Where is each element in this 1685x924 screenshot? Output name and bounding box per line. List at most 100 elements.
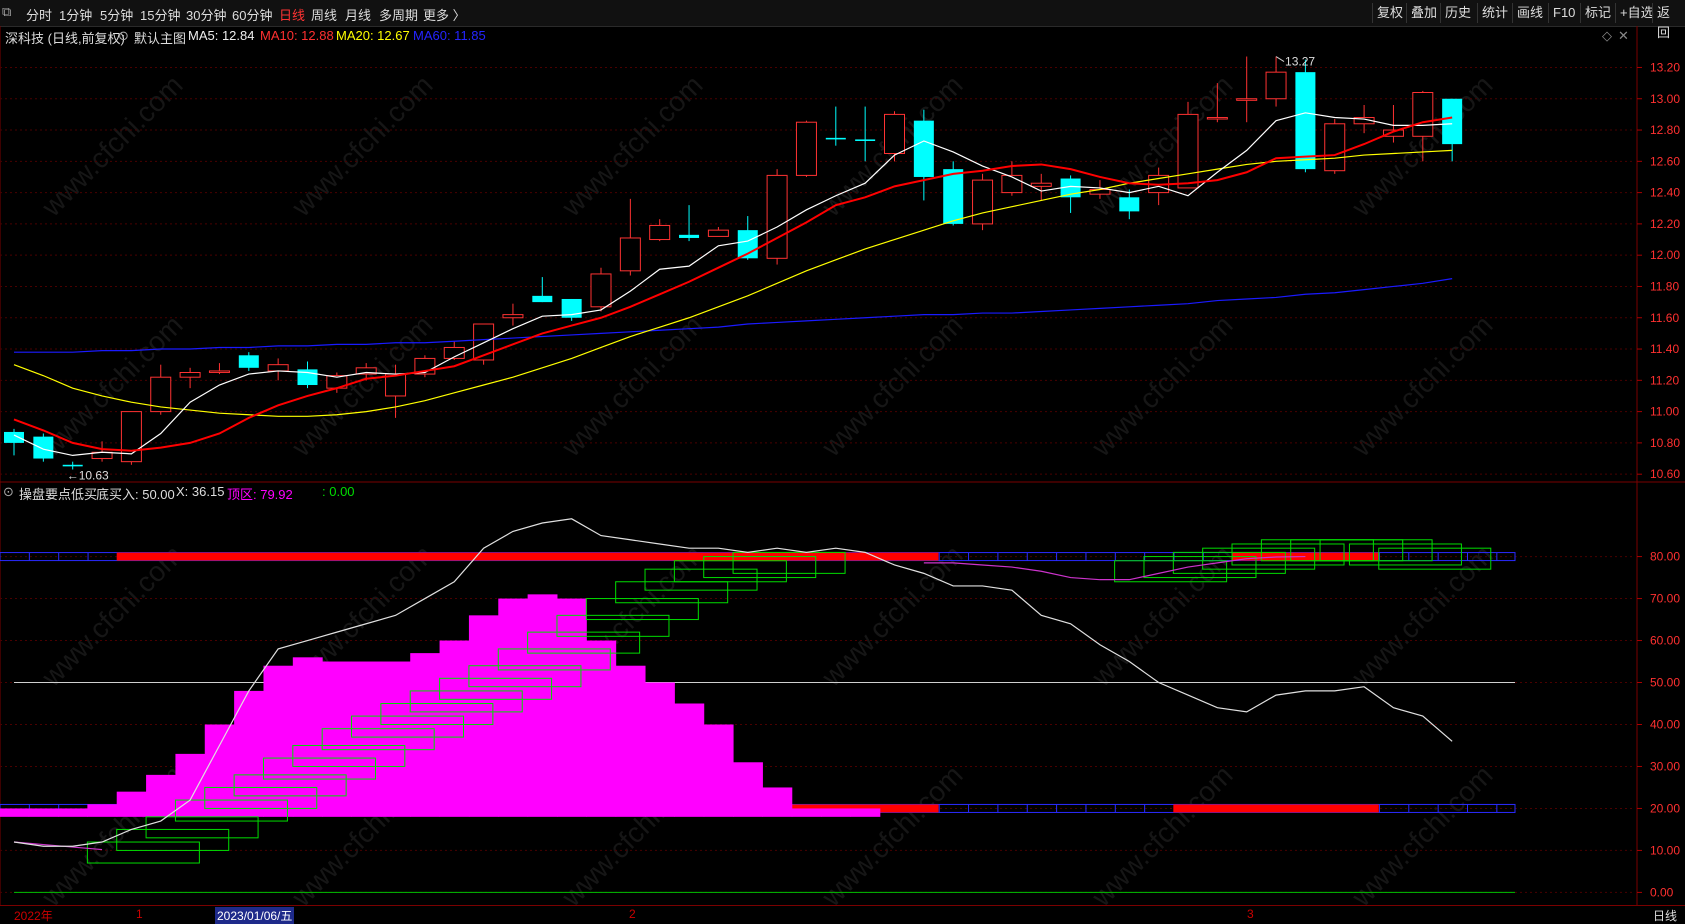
green-box bbox=[86, 841, 200, 864]
magenta-bar bbox=[527, 594, 558, 817]
ind-tick-label: 40.00 bbox=[1650, 717, 1680, 731]
magenta-bar bbox=[28, 808, 59, 817]
magenta-bar bbox=[58, 808, 88, 817]
timeline-year: 2022年 bbox=[14, 909, 53, 923]
indicator-panel bbox=[0, 518, 1516, 893]
timeline-month-2: 2 bbox=[629, 907, 636, 921]
magenta-bar bbox=[204, 724, 235, 817]
candle-body-up bbox=[766, 174, 788, 259]
candle-body-down bbox=[679, 234, 700, 238]
candle-body-down bbox=[532, 295, 553, 303]
magenta-bar bbox=[116, 791, 147, 817]
period-tab[interactable]: 日线 bbox=[1653, 907, 1677, 924]
magenta-bar bbox=[410, 653, 441, 817]
ind-tick-label: 10.00 bbox=[1650, 843, 1680, 857]
candle-body-down bbox=[4, 431, 24, 443]
main-tick-label: 11.40 bbox=[1650, 342, 1679, 356]
candle-body-up bbox=[502, 314, 524, 319]
main-tick-label: 13.00 bbox=[1650, 92, 1680, 106]
candle-body-up bbox=[1265, 71, 1287, 100]
candle-body-up bbox=[179, 372, 201, 378]
green-box bbox=[116, 828, 230, 851]
main-tick-label: 12.40 bbox=[1650, 186, 1680, 200]
candle-body-down bbox=[825, 137, 846, 140]
candle-body-down bbox=[62, 464, 83, 467]
magenta-bar bbox=[351, 661, 382, 817]
high-marker-arrow bbox=[1275, 56, 1285, 62]
candle-body-up bbox=[795, 121, 817, 176]
ma10-line bbox=[13, 116, 1453, 452]
magenta-bar bbox=[439, 640, 470, 817]
ma60-line bbox=[14, 278, 1453, 353]
candle-body-up bbox=[884, 113, 905, 155]
green-box bbox=[644, 568, 758, 591]
main-tick-label: 11.80 bbox=[1650, 279, 1679, 293]
magenta-bar bbox=[87, 804, 118, 817]
magenta-bar bbox=[791, 808, 822, 817]
candle-body-up bbox=[208, 370, 230, 373]
candle-body-down bbox=[1295, 72, 1316, 170]
candle-body-up bbox=[619, 237, 641, 272]
magenta-bar bbox=[0, 808, 30, 817]
timeline-bar: 2022年 1 2023/01/06/五 2 3 日线 bbox=[0, 905, 1685, 924]
ma5-line bbox=[13, 112, 1453, 457]
magenta-bar bbox=[263, 665, 294, 817]
ma20-line bbox=[13, 149, 1453, 417]
candle-body-up bbox=[1412, 91, 1434, 137]
magenta-bar bbox=[498, 598, 529, 817]
green-box bbox=[585, 598, 699, 621]
candle-body-down bbox=[238, 355, 259, 368]
band-red-bottom bbox=[1173, 804, 1379, 813]
magenta-bar bbox=[146, 774, 176, 817]
green-box bbox=[615, 581, 729, 604]
candlesticks bbox=[4, 56, 1463, 470]
ind-tick-label: 30.00 bbox=[1650, 759, 1680, 773]
price-markers: 13.27 ←10.63 bbox=[67, 55, 1316, 483]
main-tick-label: 12.60 bbox=[1650, 154, 1680, 168]
magenta-bar bbox=[556, 598, 587, 817]
candle-body-up bbox=[1324, 123, 1346, 172]
green-box bbox=[1378, 547, 1492, 570]
magenta-bar bbox=[703, 724, 734, 817]
moving-averages bbox=[13, 112, 1453, 457]
main-tick-label: 10.80 bbox=[1650, 436, 1680, 450]
timeline-month-1: 1 bbox=[136, 907, 143, 921]
main-tick-label: 12.00 bbox=[1650, 248, 1680, 262]
main-tick-label: 12.80 bbox=[1650, 123, 1680, 137]
magenta-bar bbox=[645, 682, 675, 817]
main-tick-label: 11.00 bbox=[1650, 405, 1679, 419]
candle-body-down bbox=[1119, 197, 1140, 212]
magenta-bar bbox=[586, 640, 617, 817]
ind-tick-label: 20.00 bbox=[1650, 801, 1680, 815]
chart-canvas: 13.20 13.00 12.80 12.60 12.40 12.20 12.00 11.80… bbox=[0, 26, 1685, 905]
main-tick-label: 13.20 bbox=[1650, 60, 1680, 74]
green-box bbox=[673, 560, 787, 583]
candle-body-down bbox=[33, 436, 54, 459]
magenta-bar bbox=[674, 703, 705, 817]
magenta-bar bbox=[380, 661, 411, 817]
main-tick-label: 11.20 bbox=[1650, 373, 1679, 387]
candle-body-up bbox=[1236, 98, 1258, 101]
candle-body-up bbox=[1001, 174, 1023, 194]
timeline-month-3: 3 bbox=[1247, 907, 1254, 921]
low-marker-label: ←10.63 bbox=[67, 468, 109, 482]
magenta-bar bbox=[733, 762, 763, 817]
candle-body-up bbox=[972, 179, 994, 225]
candle-body-up bbox=[1177, 113, 1199, 189]
ind-tick-label: 70.00 bbox=[1650, 592, 1680, 606]
main-tick-label: 10.60 bbox=[1650, 467, 1680, 481]
price-axis: 13.20 13.00 12.80 12.60 12.40 12.20 12.00 11.80… bbox=[1637, 60, 1680, 899]
candle-body-up bbox=[1030, 182, 1052, 187]
main-tick-label: 11.60 bbox=[1650, 311, 1679, 325]
main-tick-label: 12.20 bbox=[1650, 217, 1680, 231]
candle-body-up bbox=[590, 273, 612, 308]
magenta-bar bbox=[850, 808, 881, 817]
candle-body-down bbox=[943, 169, 964, 224]
high-marker-label: 13.27 bbox=[1285, 55, 1315, 69]
magenta-bar bbox=[292, 657, 323, 817]
magenta-bar bbox=[322, 661, 353, 817]
candle-body-up bbox=[1206, 117, 1228, 120]
magenta-bar bbox=[615, 665, 646, 817]
candle-body-up bbox=[267, 364, 289, 372]
magenta-bar bbox=[762, 787, 793, 817]
